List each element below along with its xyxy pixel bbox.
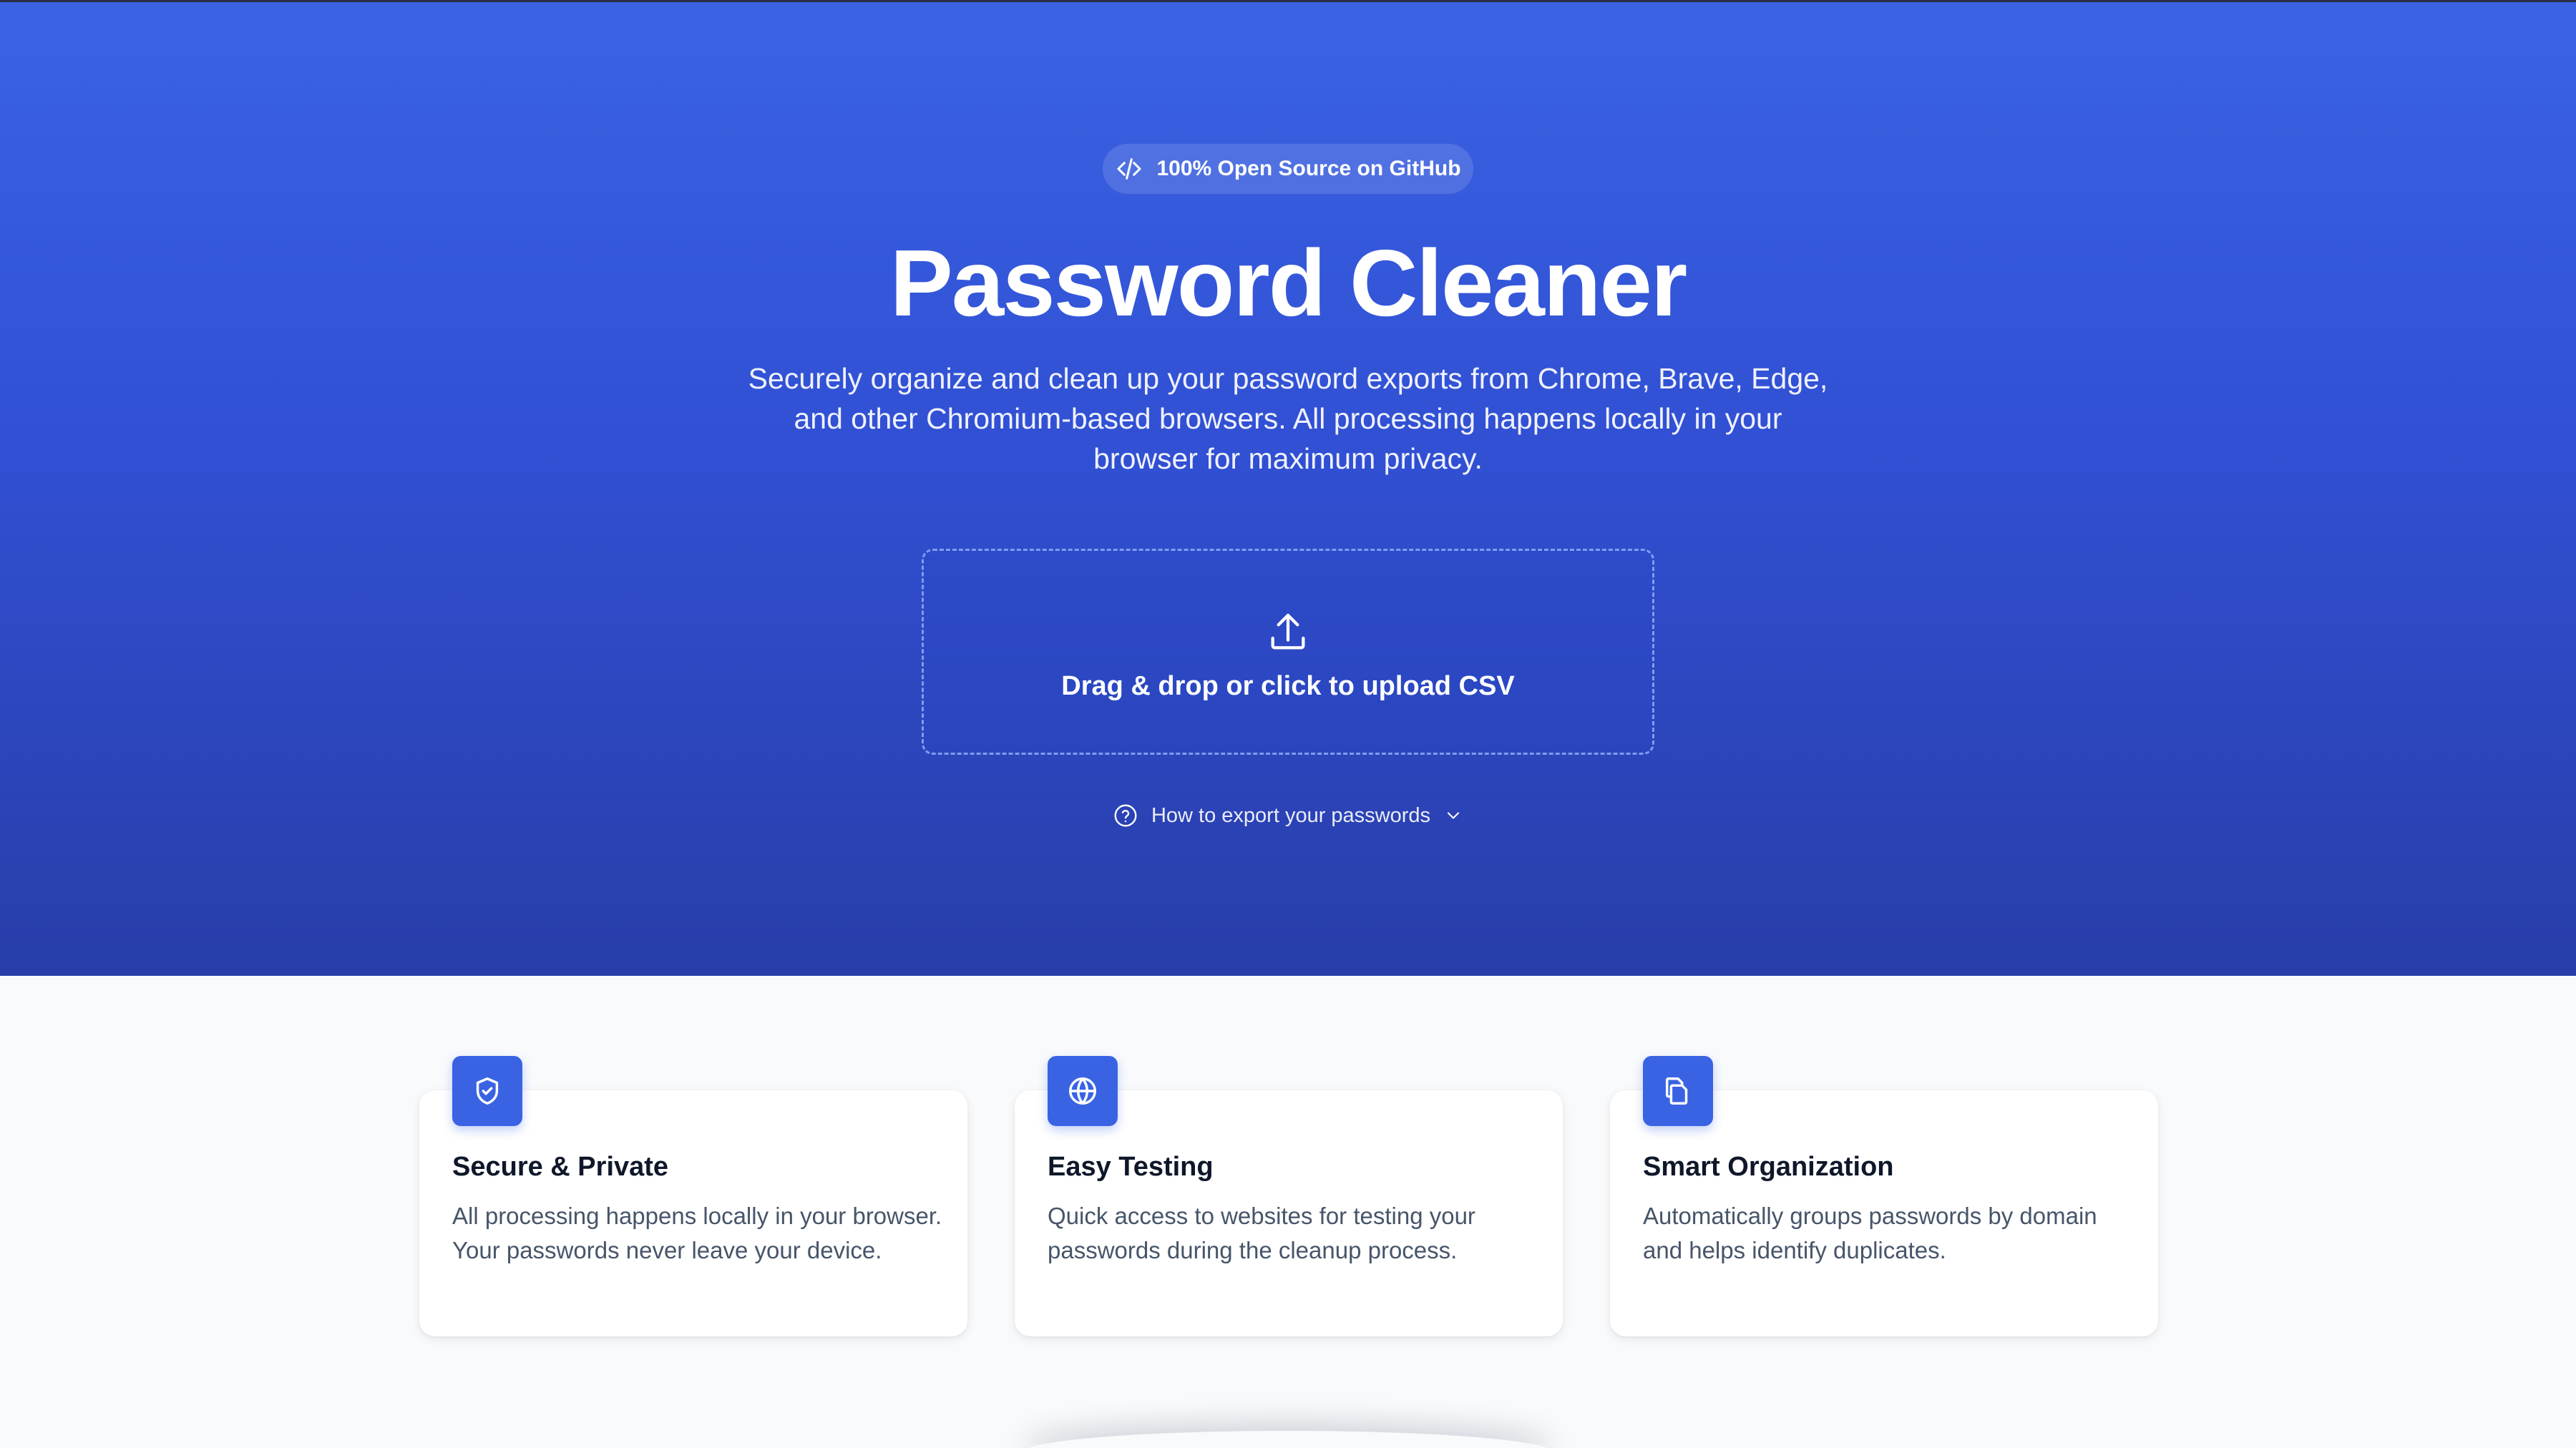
feature-title: Easy Testing — [1048, 1152, 1214, 1182]
upload-icon — [1271, 613, 1305, 649]
globe-icon — [1069, 1077, 1096, 1105]
feature-card-organization: Smart Organization Automatically groups … — [1610, 1056, 2158, 1336]
feature-title: Smart Organization — [1643, 1152, 1894, 1182]
github-badge[interactable]: 100% Open Source on GitHub — [1103, 144, 1473, 194]
github-badge-label: 100% Open Source on GitHub — [1156, 157, 1461, 180]
feature-description: Automatically groups passwords by domain… — [1643, 1203, 2097, 1263]
hero-section: 100% Open Source on GitHub Password Clea… — [0, 0, 2576, 976]
csv-upload-dropzone[interactable]: Drag & drop or click to upload CSV — [922, 549, 1654, 755]
feature-icon-box — [1048, 1056, 1118, 1126]
feature-icon-box — [1643, 1056, 1713, 1126]
next-section-shadow — [1023, 1431, 1553, 1448]
feature-description: All processing happens locally in your b… — [452, 1203, 942, 1263]
help-circle-icon — [1114, 804, 1137, 827]
feature-description: Quick access to websites for testing you… — [1048, 1203, 1475, 1263]
feature-title: Secure & Private — [452, 1152, 669, 1182]
chevron-down-icon — [1447, 812, 1460, 819]
upload-label: Drag & drop or click to upload CSV — [1061, 670, 1515, 701]
page-subtitle: Securely organize and clean up your pass… — [748, 362, 1828, 475]
feature-icon-box — [452, 1056, 522, 1126]
export-help-toggle[interactable]: How to export your passwords — [0, 798, 2576, 833]
feature-card-testing: Easy Testing Quick access to websites fo… — [1015, 1056, 1563, 1336]
feature-card-secure: Secure & Private All processing happens … — [419, 1056, 967, 1336]
copy-icon — [1665, 1077, 1688, 1105]
page-title: Password Cleaner — [889, 230, 1688, 336]
export-help-label: How to export your passwords — [1151, 803, 1431, 827]
code-icon — [1117, 158, 1141, 180]
shield-check-icon — [476, 1077, 499, 1105]
